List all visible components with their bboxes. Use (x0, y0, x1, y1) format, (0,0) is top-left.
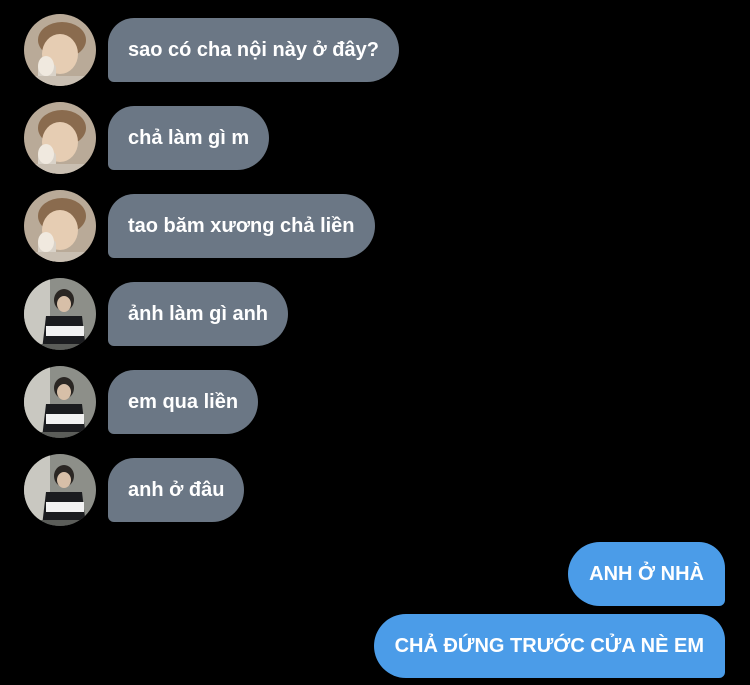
avatar[interactable] (24, 278, 96, 350)
outgoing-message-bubble[interactable]: CHẢ ĐỨNG TRƯỚC CỬA NÈ EM (373, 614, 725, 678)
avatar[interactable] (24, 366, 96, 438)
message-row-incoming: em qua liền (24, 366, 259, 438)
message-row-incoming: chả làm gì m (24, 102, 270, 174)
avatar-b (24, 366, 96, 438)
avatar-b (24, 278, 96, 350)
avatar-a (24, 190, 96, 262)
avatar-a (24, 14, 96, 86)
avatar[interactable] (24, 454, 96, 526)
incoming-message-bubble[interactable]: sao có cha nội này ở đây? (108, 18, 399, 82)
incoming-message-bubble[interactable]: tao băm xương chả liền (108, 194, 375, 258)
incoming-message-bubble[interactable]: anh ở đâu (108, 458, 245, 522)
avatar-a (24, 102, 96, 174)
message-row-incoming: tao băm xương chả liền (24, 190, 375, 262)
message-row-incoming: anh ở đâu (24, 454, 245, 526)
avatar[interactable] (24, 14, 96, 86)
message-row-incoming: ảnh làm gì anh (24, 278, 289, 350)
avatar[interactable] (24, 190, 96, 262)
outgoing-message-bubble[interactable]: ANH Ở NHÀ (568, 542, 725, 606)
avatar-b (24, 454, 96, 526)
incoming-message-bubble[interactable]: ảnh làm gì anh (108, 282, 289, 346)
incoming-message-bubble[interactable]: em qua liền (108, 370, 259, 434)
message-row-incoming: sao có cha nội này ở đây? (24, 14, 399, 86)
incoming-message-bubble[interactable]: chả làm gì m (108, 106, 270, 170)
avatar[interactable] (24, 102, 96, 174)
